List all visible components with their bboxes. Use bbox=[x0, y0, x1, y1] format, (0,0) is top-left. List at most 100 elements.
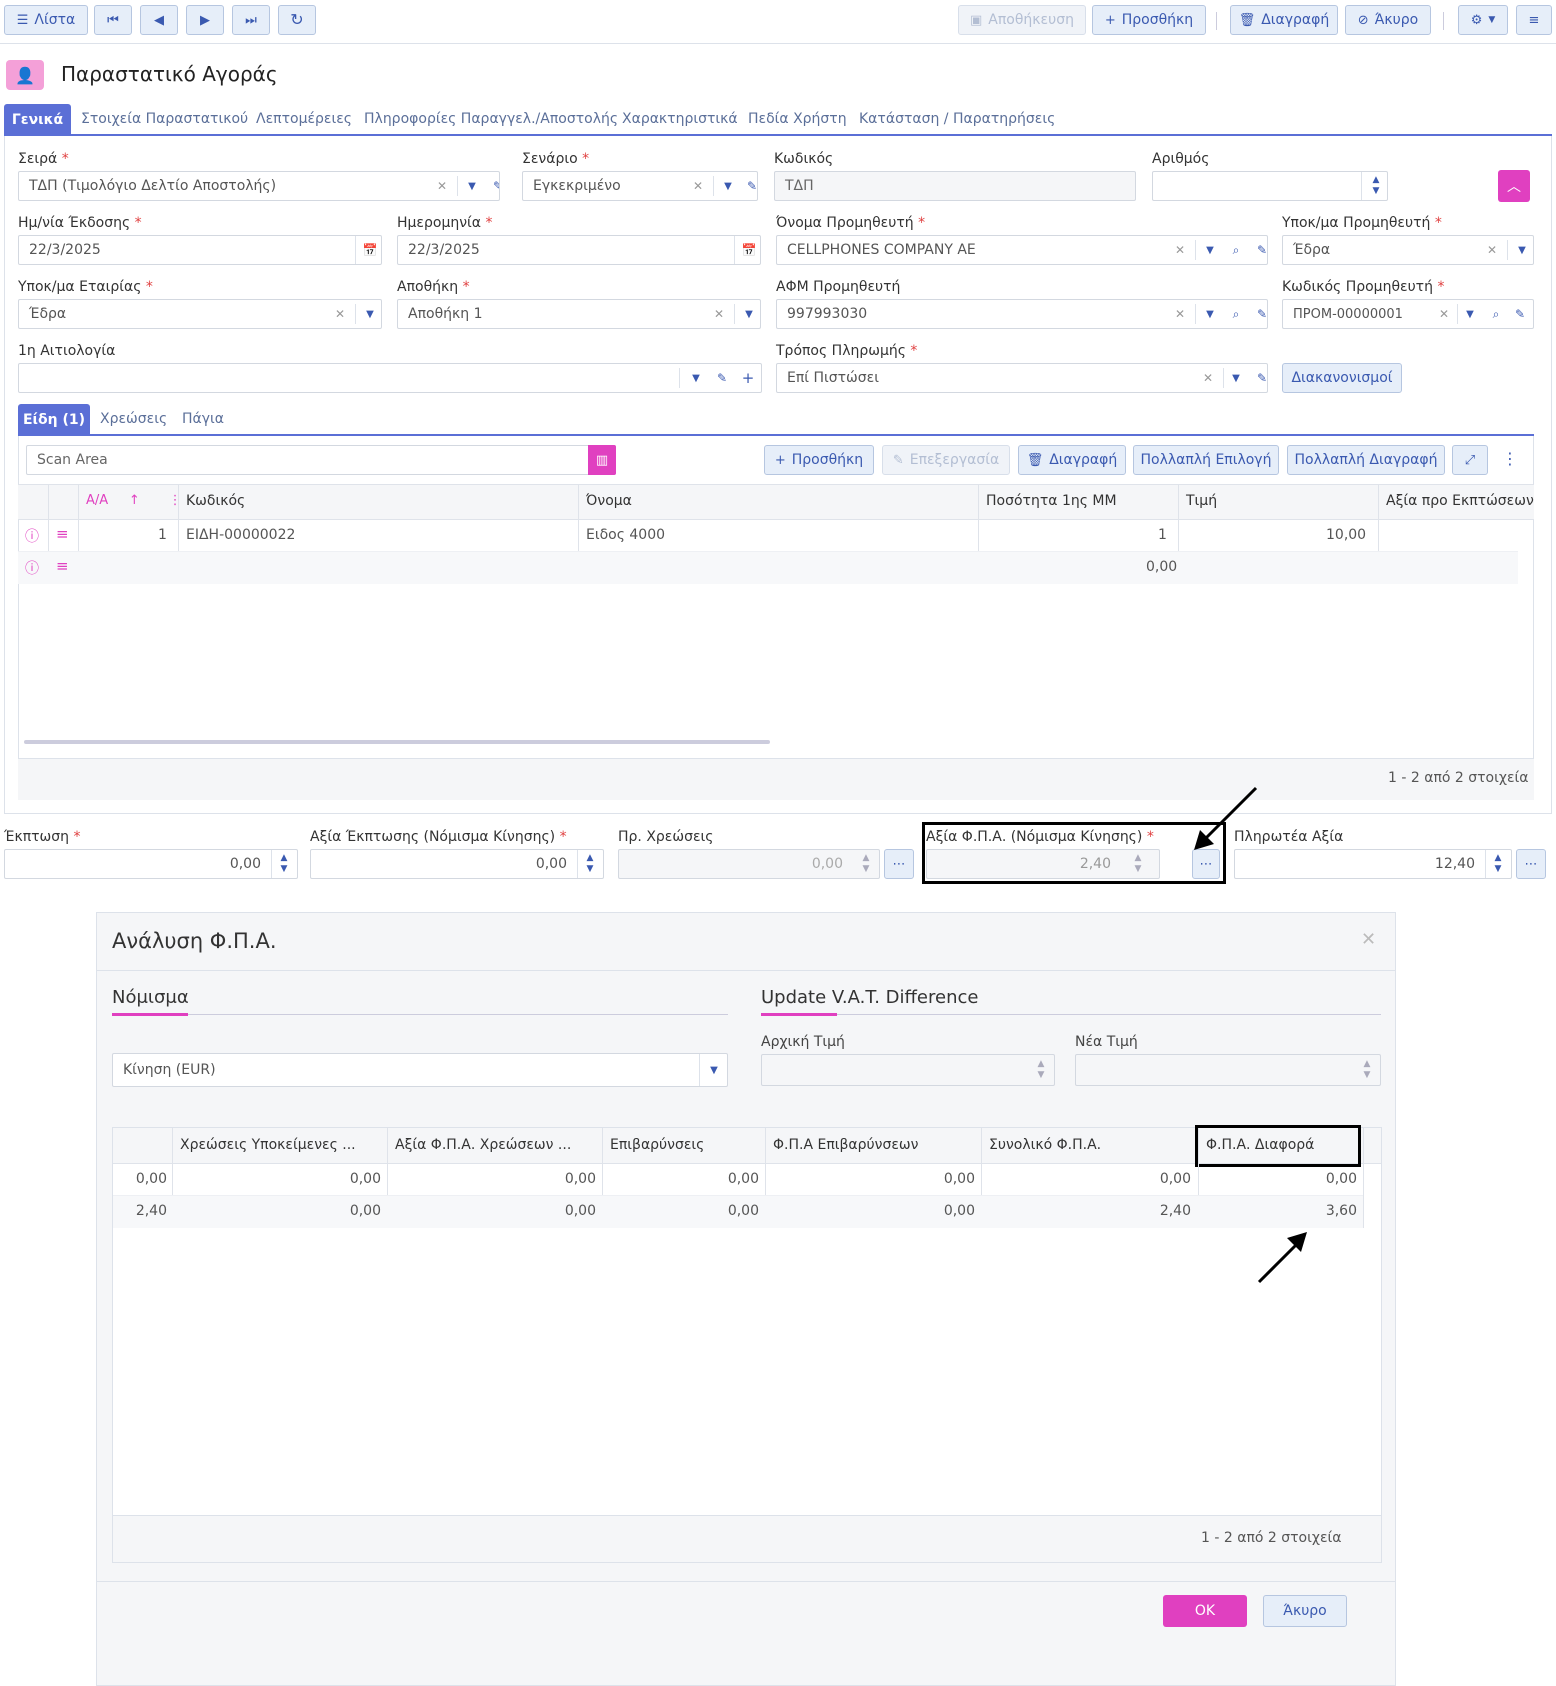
col-price[interactable]: Τιμή bbox=[1186, 493, 1217, 509]
discount-value-field[interactable]: 0,00 ▲ ▼ bbox=[310, 849, 604, 879]
dropdown-icon[interactable]: ▼ bbox=[701, 1054, 727, 1086]
company-branch-field[interactable]: Έδρα ✕ ▼ bbox=[18, 299, 382, 329]
add-button[interactable]: + Προσθήκη bbox=[1092, 5, 1206, 35]
currency-select[interactable]: Κίνηση (EUR) ▼ bbox=[112, 1053, 728, 1087]
table-row[interactable]: 0,00 0,00 0,00 0,00 0,00 0,00 0,00 bbox=[113, 1164, 1363, 1196]
series-field[interactable]: ΤΔΠ (Τιμολόγιο Δελτίο Αποστολής) ✕ ▼ ✎ bbox=[18, 171, 500, 201]
col-value[interactable]: Αξία προ Εκπτώσεων bbox=[1386, 493, 1534, 509]
clear-icon[interactable]: ✕ bbox=[1195, 364, 1221, 392]
dialog-cancel-button[interactable]: Άκυρο bbox=[1263, 1595, 1347, 1627]
clear-icon[interactable]: ✕ bbox=[429, 172, 455, 200]
items-edit-button[interactable]: ✎ Επεξεργασία bbox=[882, 445, 1010, 475]
dropdown-icon[interactable]: ▼ bbox=[459, 172, 485, 200]
tab-items[interactable]: Είδη (1) bbox=[18, 404, 90, 436]
tab-status-notes[interactable]: Κατάσταση / Παρατηρήσεις bbox=[859, 111, 1055, 127]
supplier-code-field[interactable]: ΠΡΟΜ-00000001 ✕ ▼ ⌕ ✎ bbox=[1282, 299, 1534, 329]
clear-icon[interactable]: ✕ bbox=[1479, 236, 1505, 264]
menu-button[interactable]: ≡ bbox=[1516, 5, 1552, 35]
date-field[interactable]: 22/3/2025 📅 bbox=[397, 235, 761, 265]
tab-charges[interactable]: Χρεώσεις bbox=[100, 411, 167, 427]
info-icon[interactable]: ⓘ bbox=[25, 558, 39, 578]
horizontal-scrollbar[interactable] bbox=[24, 740, 770, 744]
new-value-field[interactable]: ▲ ▼ bbox=[1075, 1054, 1381, 1086]
items-delete-button[interactable]: 🗑 Διαγραφή bbox=[1018, 445, 1126, 475]
multi-select-button[interactable]: Πολλαπλή Επιλογή bbox=[1133, 445, 1279, 475]
expand-button[interactable]: ⤢ bbox=[1452, 445, 1488, 475]
dropdown-icon[interactable]: ▼ bbox=[1197, 236, 1223, 264]
dropdown-icon[interactable]: ▼ bbox=[1457, 300, 1483, 328]
tab-general[interactable]: Γενικά bbox=[4, 104, 71, 136]
stepper-icon[interactable]: ▲ ▼ bbox=[1363, 172, 1387, 200]
discount-field[interactable]: 0,00 ▲ ▼ bbox=[4, 849, 298, 879]
dropdown-icon[interactable]: ▼ bbox=[736, 300, 760, 328]
vat-col-surcharges[interactable]: Επιβαρύνσεις bbox=[610, 1137, 704, 1153]
table-row[interactable]: ⓘ ≡ 1 ΕΙΔΗ-00000022 Ειδος 4000 1 10,00 bbox=[18, 520, 1518, 552]
dropdown-icon[interactable]: ▼ bbox=[1509, 236, 1533, 264]
save-button[interactable]: ▣ Αποθήκευση bbox=[958, 5, 1086, 35]
col-qty[interactable]: Ποσότητα 1ης ΜΜ bbox=[986, 493, 1117, 509]
vat-col-charges-subject[interactable]: Χρεώσεις Υποκείμενες ... bbox=[180, 1137, 356, 1153]
search-icon[interactable]: ⌕ bbox=[1483, 300, 1509, 328]
issue-date-field[interactable]: 22/3/2025 📅 bbox=[18, 235, 382, 265]
ok-button[interactable]: OK bbox=[1163, 1595, 1247, 1627]
stepper-icon[interactable]: ▲ ▼ bbox=[577, 850, 603, 878]
clear-icon[interactable]: ✕ bbox=[1167, 236, 1193, 264]
delete-button[interactable]: 🗑 Διαγραφή bbox=[1230, 5, 1338, 35]
dialog-close-icon[interactable]: ✕ bbox=[1361, 929, 1376, 950]
tab-order-shipping[interactable]: Πληροφορίες Παραγγελ./Αποστολής bbox=[364, 111, 618, 127]
refresh-button[interactable]: ↻ bbox=[278, 5, 316, 35]
calendar-icon[interactable]: 📅 bbox=[357, 236, 381, 264]
settings-menu-button[interactable]: ⚙ ▼ bbox=[1458, 5, 1508, 35]
settlements-button[interactable]: Διακανονισμοί bbox=[1282, 363, 1402, 393]
first-record-button[interactable]: ⏮ bbox=[94, 5, 132, 35]
cancel-button[interactable]: ⊘ Άκυρο bbox=[1345, 5, 1431, 35]
supplier-vat-field[interactable]: 997993030 ✕ ▼ ⌕ ✎ bbox=[776, 299, 1268, 329]
vat-col-charges-vat[interactable]: Αξία Φ.Π.Α. Χρεώσεων ... bbox=[395, 1137, 571, 1153]
tab-details[interactable]: Λεπτομέρειες bbox=[256, 111, 352, 127]
row-menu-icon[interactable]: ≡ bbox=[56, 557, 69, 575]
supplier-name-field[interactable]: CELLPHONES COMPANY AE ✕ ▼ ⌕ ✎ bbox=[776, 235, 1268, 265]
next-record-button[interactable]: ▶ bbox=[186, 5, 224, 35]
tab-characteristics[interactable]: Χαρακτηριστικά bbox=[622, 111, 738, 127]
reason-field[interactable]: ▼ ✎ + bbox=[18, 363, 762, 393]
dropdown-icon[interactable]: ▼ bbox=[715, 172, 741, 200]
tab-document-info[interactable]: Στοιχεία Παραστατικού bbox=[81, 111, 248, 127]
dropdown-icon[interactable]: ▼ bbox=[1223, 364, 1249, 392]
col-aa[interactable]: Α/Α ↑ ⋮ bbox=[86, 493, 182, 508]
edit-icon[interactable]: ✎ bbox=[485, 172, 499, 200]
multi-delete-button[interactable]: Πολλαπλή Διαγραφή bbox=[1287, 445, 1445, 475]
clear-icon[interactable]: ✕ bbox=[1431, 300, 1457, 328]
edit-icon[interactable]: ✎ bbox=[1249, 236, 1267, 264]
last-record-button[interactable]: ⏭ bbox=[232, 5, 270, 35]
payable-more-button[interactable]: ⋯ bbox=[1516, 849, 1546, 879]
clear-icon[interactable]: ✕ bbox=[685, 172, 711, 200]
plus-icon[interactable]: + bbox=[735, 364, 761, 392]
info-icon[interactable]: ⓘ bbox=[25, 526, 39, 546]
table-row[interactable]: 2,40 0,00 0,00 0,00 0,00 2,40 3,60 bbox=[113, 1196, 1363, 1228]
stepper-icon[interactable]: ▲ ▼ bbox=[1354, 1055, 1380, 1085]
scenario-field[interactable]: Εγκεκριμένο ✕ ▼ ✎ bbox=[522, 171, 758, 201]
collapse-button[interactable]: ︿ bbox=[1498, 170, 1530, 202]
row-menu-icon[interactable]: ≡ bbox=[56, 525, 69, 543]
edit-icon[interactable]: ✎ bbox=[739, 172, 757, 200]
tab-user-fields[interactable]: Πεδία Χρήστη bbox=[748, 111, 847, 127]
edit-icon[interactable]: ✎ bbox=[1249, 364, 1267, 392]
supplier-branch-field[interactable]: Έδρα ✕ ▼ bbox=[1282, 235, 1534, 265]
col-name[interactable]: Όνομα bbox=[586, 493, 632, 509]
vat-col-surcharges-vat[interactable]: Φ.Π.Α Επιβαρύνσεων bbox=[773, 1137, 918, 1153]
search-icon[interactable]: ⌕ bbox=[1223, 236, 1249, 264]
payable-field[interactable]: 12,40 ▲ ▼ bbox=[1234, 849, 1512, 879]
scan-area-input[interactable]: Scan Area bbox=[26, 445, 616, 475]
stepper-icon[interactable]: ▲ ▼ bbox=[1485, 850, 1511, 878]
number-field[interactable]: ▲ ▼ bbox=[1152, 171, 1388, 201]
clear-icon[interactable]: ✕ bbox=[706, 300, 732, 328]
clear-icon[interactable]: ✕ bbox=[327, 300, 353, 328]
edit-icon[interactable]: ✎ bbox=[709, 364, 735, 392]
stepper-icon[interactable]: ▲ ▼ bbox=[271, 850, 297, 878]
barcode-button[interactable]: ▥ bbox=[588, 445, 616, 475]
calendar-icon[interactable]: 📅 bbox=[736, 236, 760, 264]
dropdown-icon[interactable]: ▼ bbox=[357, 300, 381, 328]
charges-more-button[interactable]: ⋯ bbox=[884, 849, 914, 879]
previous-record-button[interactable]: ◀ bbox=[140, 5, 178, 35]
dropdown-icon[interactable]: ▼ bbox=[1197, 300, 1223, 328]
